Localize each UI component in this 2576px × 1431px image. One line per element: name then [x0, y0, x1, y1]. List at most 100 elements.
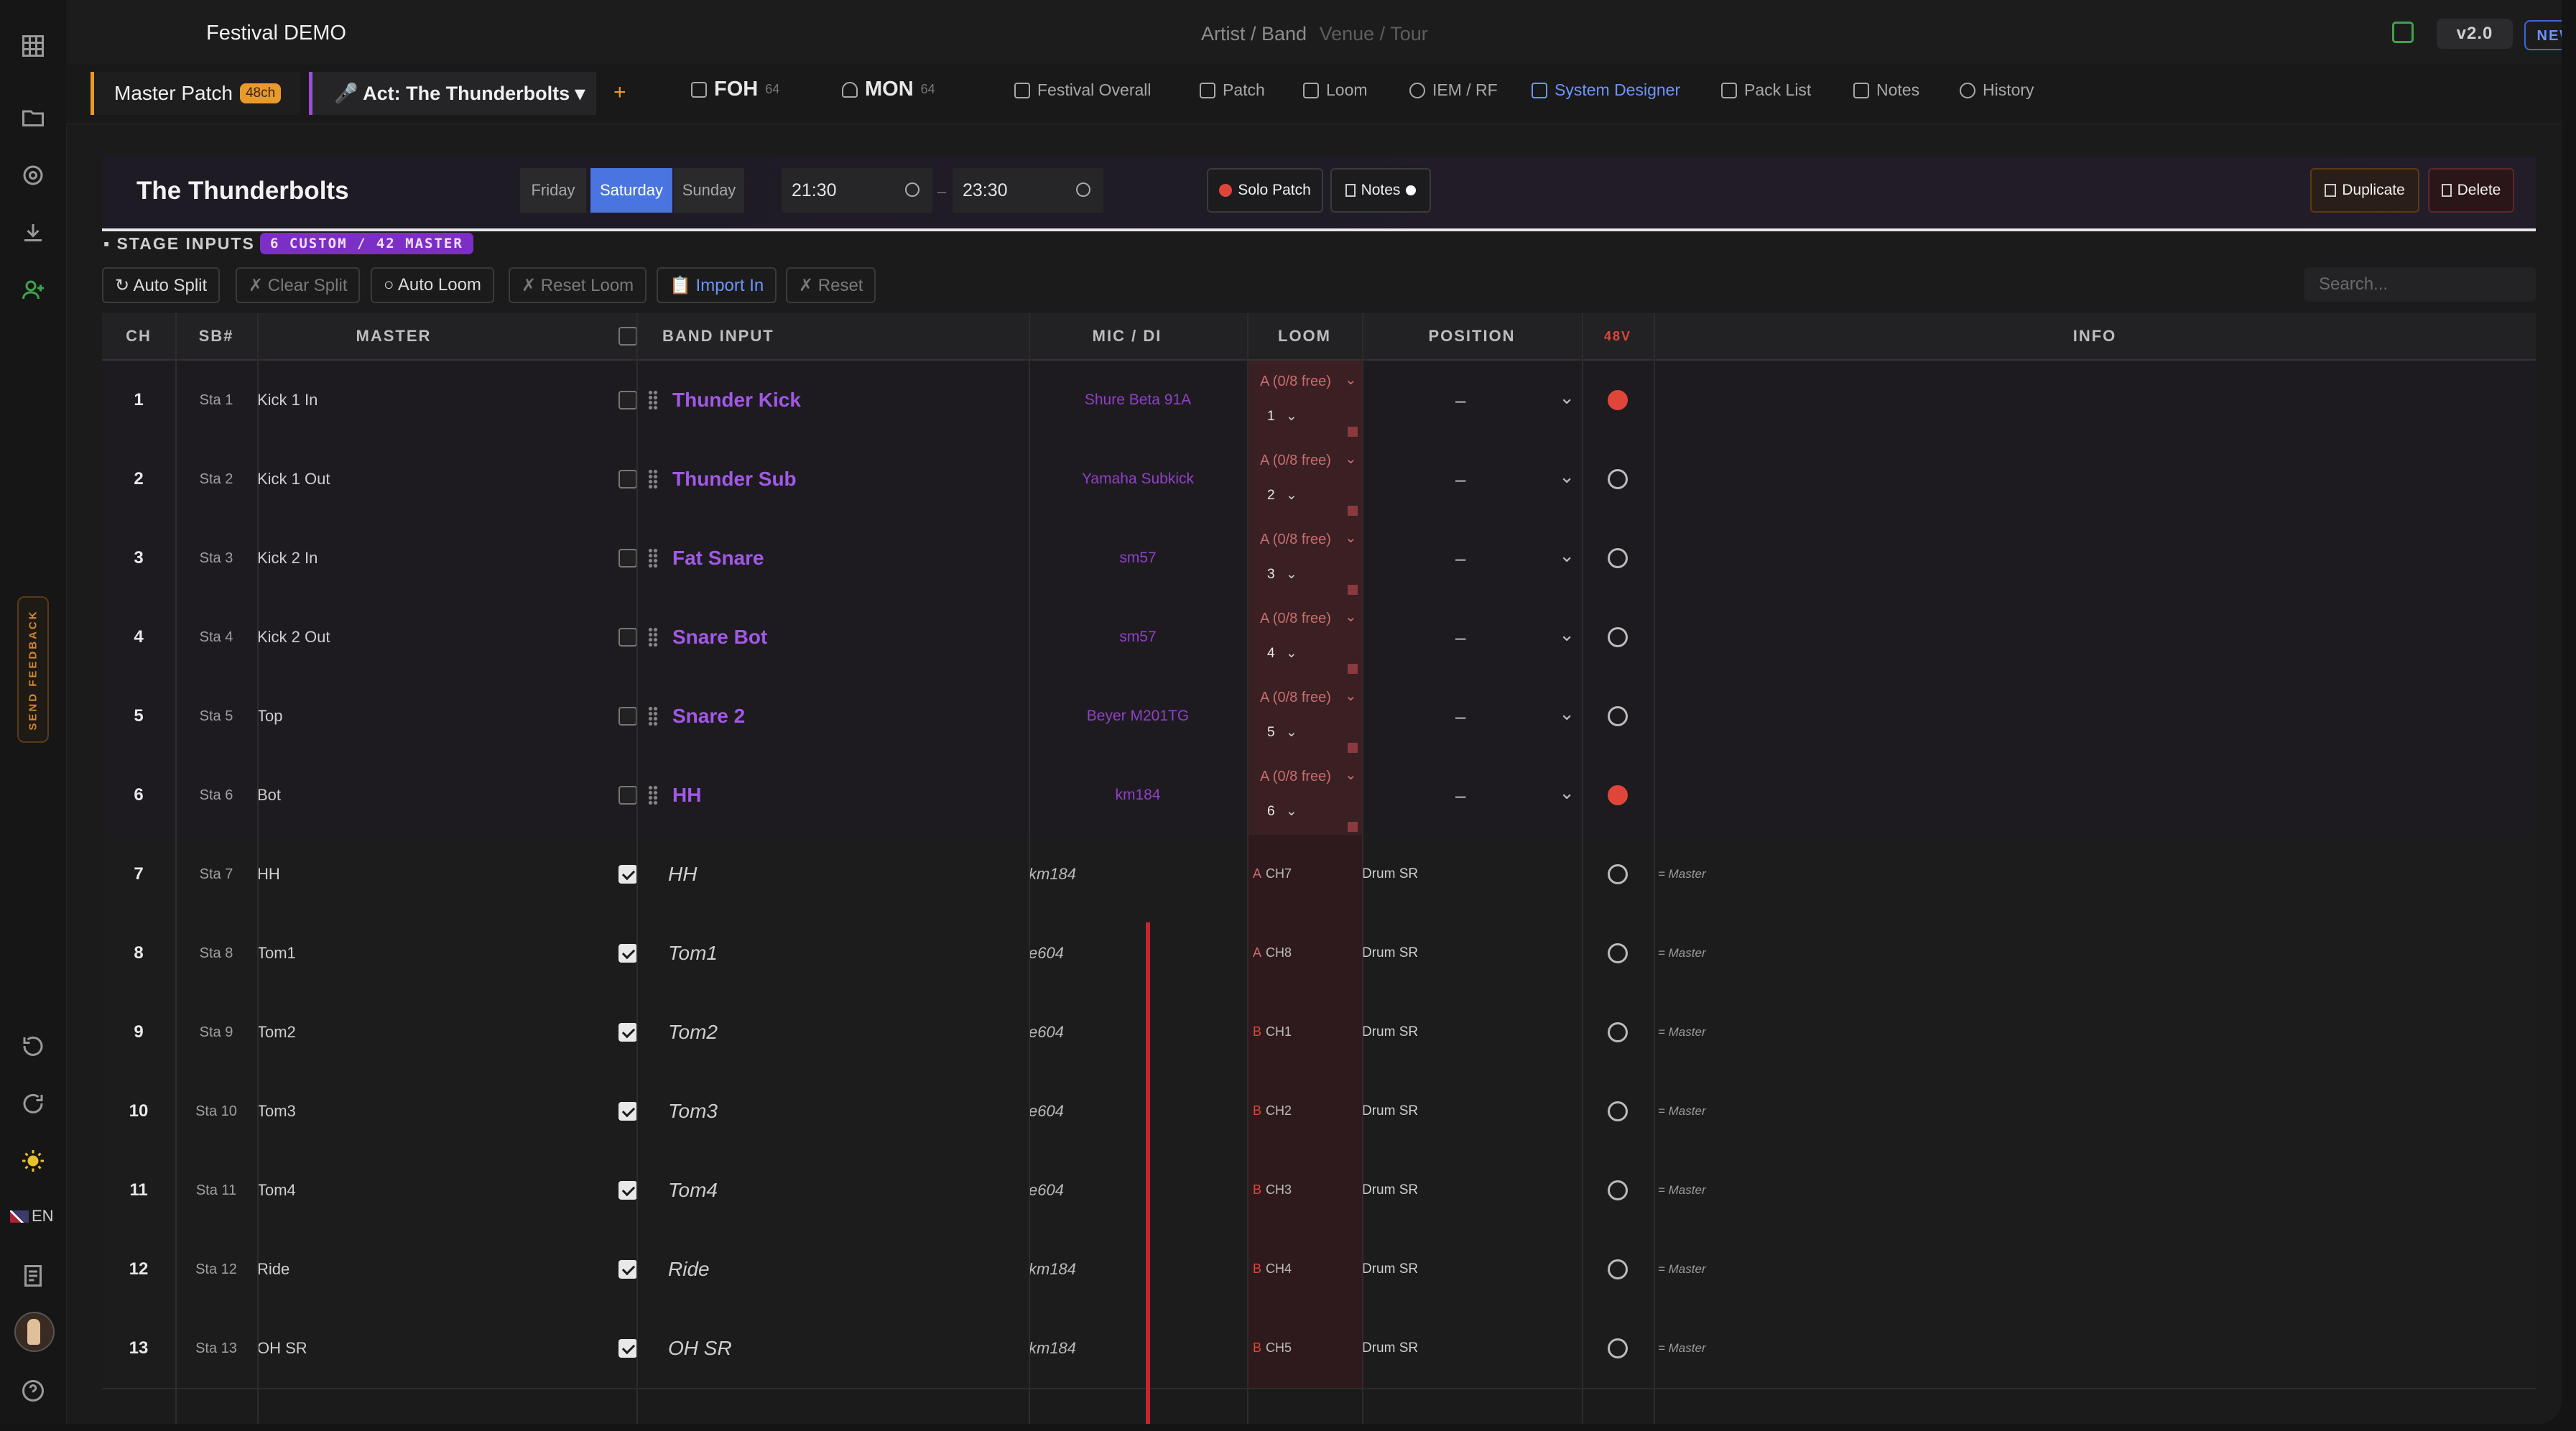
use-master-checkbox[interactable]: [618, 786, 637, 805]
select-all-checkbox[interactable]: [618, 327, 637, 346]
position-select[interactable]: – ⌄: [1362, 440, 1582, 519]
mic-model[interactable]: sm57: [1029, 519, 1247, 598]
header-info[interactable]: INFO: [1654, 313, 2536, 359]
band-input-name[interactable]: Tom4: [668, 1179, 718, 1202]
breadcrumb-venue[interactable]: Venue / Tour: [1320, 23, 1428, 45]
table-row[interactable]: 10 Sta 10 Tom3 Tom3 e604 B CH2 Drum SR = Master: [102, 1072, 2536, 1152]
mic-model[interactable]: Shure Beta 91A: [1029, 361, 1247, 440]
use-master-checkbox[interactable]: [618, 707, 637, 726]
loom-cell[interactable]: B CH3: [1248, 1151, 1362, 1230]
mic-model[interactable]: e604: [1029, 1072, 1247, 1151]
drag-handle-icon[interactable]: [648, 706, 658, 726]
band-input-name[interactable]: Tom2: [668, 1021, 718, 1044]
position-value[interactable]: Drum SR: [1362, 1072, 1582, 1151]
tab-festival-overall[interactable]: Festival Overall: [1014, 80, 1151, 100]
import-in-button[interactable]: 📋 Import In: [657, 267, 777, 303]
loom-cell[interactable]: B CH2: [1248, 1072, 1362, 1151]
drag-handle-icon[interactable]: [648, 548, 658, 568]
mic-model[interactable]: e604: [1029, 1151, 1247, 1230]
header-mic[interactable]: MIC / DI: [1029, 313, 1226, 359]
auto-loom-button[interactable]: ○ Auto Loom: [371, 267, 494, 303]
loom-resize-handle[interactable]: [1348, 664, 1358, 674]
tab-patch[interactable]: Patch: [1200, 80, 1265, 100]
band-input-name[interactable]: HH: [672, 784, 701, 807]
loom-resize-handle[interactable]: [1348, 585, 1358, 595]
loom-cell[interactable]: A (0/8 free) ⌄ 6 ⌄: [1248, 756, 1362, 835]
day-sunday[interactable]: Sunday: [674, 168, 744, 213]
loom-group-select[interactable]: A (0/8 free): [1260, 374, 1331, 390]
use-master-checkbox[interactable]: [618, 549, 637, 568]
mic-model[interactable]: km184: [1029, 1230, 1247, 1309]
phantom-power-toggle[interactable]: [1582, 756, 1654, 835]
table-row[interactable]: 2 Sta 2 Kick 1 Out Thunder Sub Yamaha Subkic…: [102, 440, 2536, 520]
loom-group-select[interactable]: A (0/8 free): [1260, 453, 1331, 469]
table-row[interactable]: 7 Sta 7 HH HH km184 A CH7 Drum SR = Master: [102, 835, 2536, 915]
clear-split-button[interactable]: ✗ Clear Split: [236, 267, 361, 303]
loom-channel-select[interactable]: 5 ⌄: [1267, 724, 1297, 741]
version-badge[interactable]: v2.0: [2437, 19, 2513, 49]
use-master-checkbox[interactable]: [618, 865, 637, 884]
tab-mon[interactable]: MON 64: [842, 78, 935, 101]
loom-cell[interactable]: A (0/8 free) ⌄ 1 ⌄: [1248, 361, 1362, 440]
gear-icon[interactable]: [16, 158, 50, 193]
end-time-input[interactable]: 23:30: [953, 168, 1103, 213]
phantom-power-toggle[interactable]: [1582, 914, 1654, 993]
phantom-power-toggle[interactable]: [1582, 1309, 1654, 1388]
loom-resize-handle[interactable]: [1348, 822, 1358, 832]
mic-model[interactable]: e604: [1029, 914, 1247, 993]
mic-model[interactable]: Yamaha Subkick: [1029, 440, 1247, 519]
band-input-name[interactable]: Snare Bot: [672, 626, 767, 649]
tab-loom[interactable]: Loom: [1303, 80, 1368, 100]
header-master[interactable]: MASTER: [257, 313, 530, 359]
mic-model[interactable]: km184: [1029, 835, 1247, 914]
loom-resize-handle[interactable]: [1348, 743, 1358, 753]
master-patch-tab[interactable]: Master Patch 48ch: [91, 72, 300, 115]
loom-channel-select[interactable]: 1 ⌄: [1267, 408, 1297, 425]
delete-button[interactable]: Delete: [2428, 168, 2514, 213]
table-row[interactable]: 12 Sta 12 Ride Ride km184 B CH4 Drum SR = Master: [102, 1230, 2536, 1310]
loom-cell[interactable]: A (0/8 free) ⌄ 5 ⌄: [1248, 677, 1362, 756]
header-48v[interactable]: 48V: [1582, 313, 1654, 359]
loom-channel-select[interactable]: 4 ⌄: [1267, 645, 1297, 662]
phantom-power-toggle[interactable]: [1582, 677, 1654, 756]
loom-cell[interactable]: A (0/8 free) ⌄ 3 ⌄: [1248, 519, 1362, 598]
tab-notes[interactable]: Notes: [1853, 80, 1919, 100]
use-master-checkbox[interactable]: [618, 391, 637, 409]
loom-resize-handle[interactable]: [1348, 506, 1358, 516]
phantom-power-toggle[interactable]: [1582, 519, 1654, 598]
notes-button[interactable]: Notes: [1330, 168, 1431, 213]
document-icon[interactable]: [16, 1259, 50, 1293]
band-input-name[interactable]: HH: [668, 863, 697, 886]
position-value[interactable]: Drum SR: [1362, 1151, 1582, 1230]
use-master-checkbox[interactable]: [618, 1102, 637, 1121]
day-saturday[interactable]: Saturday: [590, 168, 672, 213]
use-master-checkbox[interactable]: [618, 1339, 637, 1358]
header-loom[interactable]: LOOM: [1247, 313, 1362, 359]
position-select[interactable]: – ⌄: [1362, 677, 1582, 756]
phantom-power-toggle[interactable]: [1582, 440, 1654, 519]
table-row[interactable]: 13 Sta 13 OH SR OH SR km184 B CH5 Drum SR = Mast…: [102, 1309, 2536, 1389]
band-input-name[interactable]: Thunder Kick: [672, 389, 801, 412]
language-switch[interactable]: EN: [10, 1207, 54, 1226]
position-value[interactable]: Drum SR: [1362, 835, 1582, 914]
position-value[interactable]: Drum SR: [1362, 914, 1582, 993]
help-icon[interactable]: [16, 1374, 50, 1408]
drag-handle-icon[interactable]: [648, 469, 658, 489]
mic-model[interactable]: sm57: [1029, 598, 1247, 677]
breadcrumb-artist[interactable]: Artist / Band: [1201, 23, 1307, 45]
act-selector[interactable]: 🎤 Act: The Thunderbolts ▾: [309, 72, 596, 115]
table-row[interactable]: 1 Sta 1 Kick 1 In Thunder Kick Shure Beta 91…: [102, 361, 2536, 441]
mic-model[interactable]: Beyer M201TG: [1029, 677, 1247, 756]
position-select[interactable]: – ⌄: [1362, 756, 1582, 835]
use-master-checkbox[interactable]: [618, 1023, 637, 1042]
use-master-checkbox[interactable]: [618, 944, 637, 963]
avatar[interactable]: [14, 1312, 55, 1352]
add-user-icon[interactable]: [16, 273, 50, 307]
band-input-name[interactable]: Thunder Sub: [672, 468, 797, 491]
tab-system-designer[interactable]: System Designer: [1532, 80, 1680, 100]
table-row[interactable]: 4 Sta 4 Kick 2 Out Snare Bot sm57 A (0/8 free…: [102, 598, 2536, 678]
whats-new-button[interactable]: NEW ✦: [2524, 20, 2562, 50]
table-row[interactable]: 6 Sta 6 Bot HH km184 A (0/8 free) ⌄ 6 ⌄ – ⌄: [102, 756, 2536, 836]
mic-model[interactable]: km184: [1029, 756, 1247, 835]
band-input-name[interactable]: Fat Snare: [672, 547, 764, 570]
